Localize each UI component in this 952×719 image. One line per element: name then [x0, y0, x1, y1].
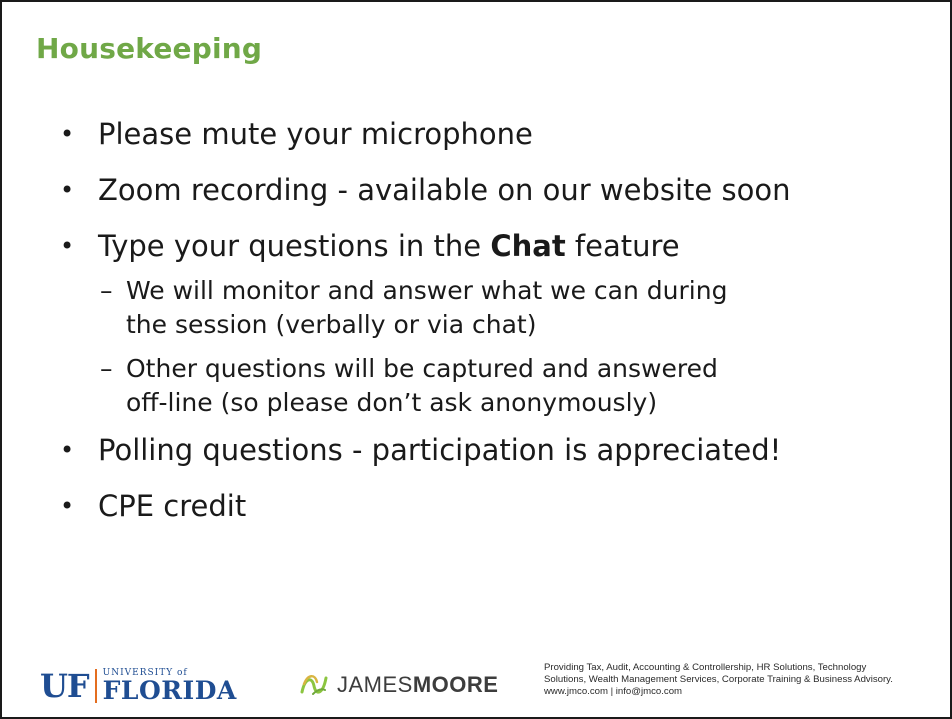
- tagline-contact: www.jmco.com | info@jmco.com: [544, 686, 683, 697]
- jamesmoore-wordmark: JAMESMOORE: [337, 672, 498, 698]
- bullet-text-bold: Chat: [490, 229, 566, 263]
- uf-logo-florida: FLORIDA: [102, 676, 237, 705]
- bullet-item: • Please mute your microphone: [54, 110, 934, 158]
- sub-bullet-dash-icon: –: [100, 276, 113, 305]
- sub-bullet-line: off-line (so please don’t ask anonymousl…: [126, 388, 658, 417]
- slide: Housekeeping • Please mute your micropho…: [0, 0, 952, 719]
- jamesmoore-swirl-icon: [300, 675, 328, 695]
- jamesmoore-wordmark-light: JAMES: [337, 672, 413, 697]
- bullet-text: CPE credit: [98, 489, 247, 523]
- uf-logo-mark: UF: [40, 667, 90, 705]
- sub-bullet-line: the session (verbally or via chat): [126, 310, 537, 339]
- sub-bullet-dash-icon: –: [100, 354, 113, 383]
- slide-title: Housekeeping: [36, 32, 263, 65]
- uf-logo-divider: [94, 669, 97, 703]
- company-tagline: Providing Tax, Audit, Accounting & Contr…: [544, 662, 944, 698]
- bullet-dot-icon: •: [60, 120, 75, 148]
- jamesmoore-wordmark-bold: MOORE: [412, 672, 499, 697]
- bullet-text: feature: [565, 229, 680, 263]
- jamesmoore-logo: JAMESMOORE: [299, 670, 498, 700]
- bullet-text: Type your questions in the: [98, 229, 491, 263]
- bullet-item: • Type your questions in the Chat featur…: [54, 222, 934, 270]
- bullet-dot-icon: •: [60, 232, 75, 260]
- sub-bullet-item: – Other questions will be captured and a…: [54, 352, 934, 420]
- bullet-text: Zoom recording - available on our websit…: [98, 173, 791, 207]
- bullet-dot-icon: •: [60, 436, 75, 464]
- bullet-dot-icon: •: [60, 176, 75, 204]
- bullet-item: • Zoom recording - available on our webs…: [54, 166, 934, 214]
- uf-logo-wordmark: UNIVERSITY of FLORIDA: [102, 669, 237, 705]
- sub-bullet-line: Other questions will be captured and ans…: [126, 354, 718, 383]
- bullet-text: Polling questions - participation is app…: [98, 433, 782, 467]
- sub-bullet-item: – We will monitor and answer what we can…: [54, 274, 934, 342]
- bullet-item: • Polling questions - participation is a…: [54, 426, 934, 474]
- slide-footer: UF UNIVERSITY of FLORIDA JAMESMOORE Prov…: [2, 652, 950, 717]
- uf-logo: UF UNIVERSITY of FLORIDA: [40, 666, 237, 706]
- bullet-text: Please mute your microphone: [98, 117, 533, 151]
- tagline-line: Solutions, Wealth Management Services, C…: [544, 674, 893, 685]
- tagline-line: Providing Tax, Audit, Accounting & Contr…: [544, 662, 867, 673]
- bullet-item: • CPE credit: [54, 482, 934, 530]
- sub-bullet-line: We will monitor and answer what we can d…: [126, 276, 728, 305]
- bullet-list: • Please mute your microphone • Zoom rec…: [54, 110, 934, 538]
- bullet-dot-icon: •: [60, 492, 75, 520]
